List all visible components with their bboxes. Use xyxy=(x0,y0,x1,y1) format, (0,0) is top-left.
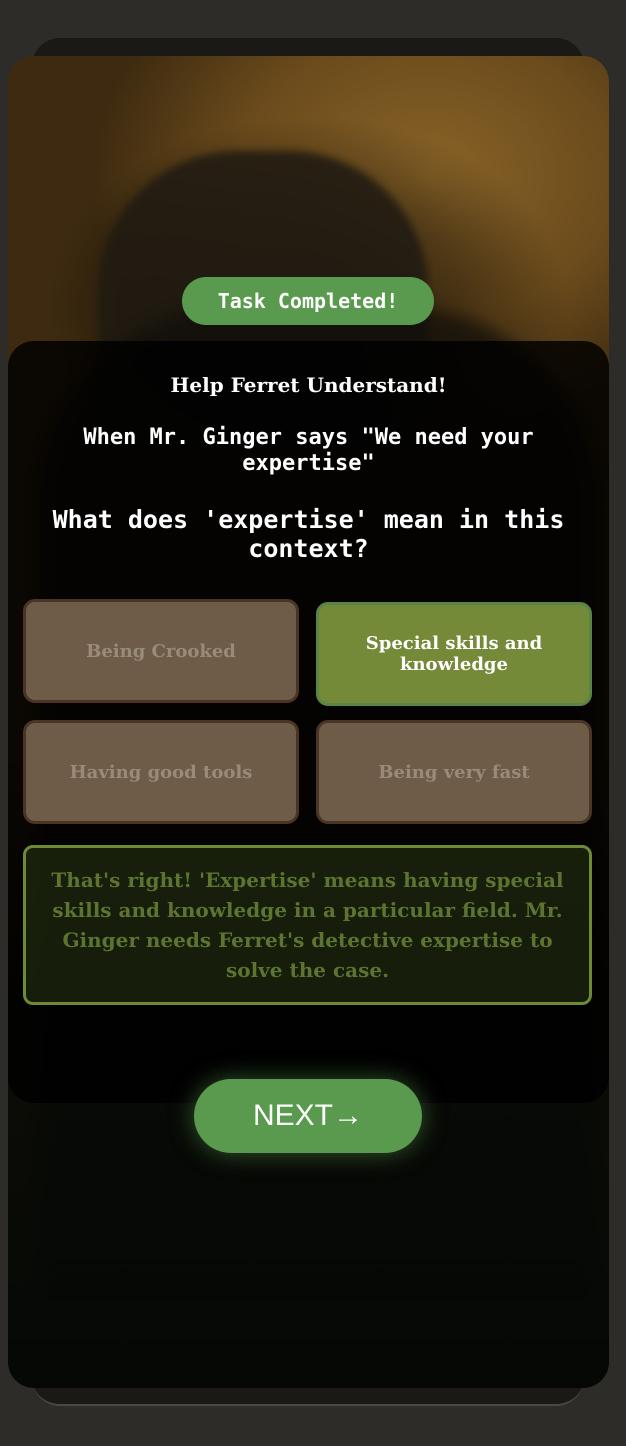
panel-title: Help Ferret Understand! xyxy=(170,373,447,397)
option-very-fast[interactable]: Being very fast xyxy=(316,720,592,824)
feedback-box: That's right! 'Expertise' means having s… xyxy=(23,845,592,1005)
next-button[interactable]: NEXT→ xyxy=(194,1079,422,1153)
task-completed-badge: Task Completed! xyxy=(182,277,434,325)
question-text: What does 'expertise' mean in this conte… xyxy=(52,505,565,563)
option-being-crooked[interactable]: Being Crooked xyxy=(23,599,299,703)
feedback-text: That's right! 'Expertise' means having s… xyxy=(51,868,564,982)
option-good-tools[interactable]: Having good tools xyxy=(23,720,299,824)
quiz-panel: Help Ferret Understand! When Mr. Ginger … xyxy=(8,341,609,1103)
story-card: Task Completed! Help Ferret Understand! … xyxy=(8,56,609,1388)
option-special-skills[interactable]: Special skills and knowledge xyxy=(316,602,592,706)
quote-text: When Mr. Ginger says "We need your exper… xyxy=(83,425,534,476)
